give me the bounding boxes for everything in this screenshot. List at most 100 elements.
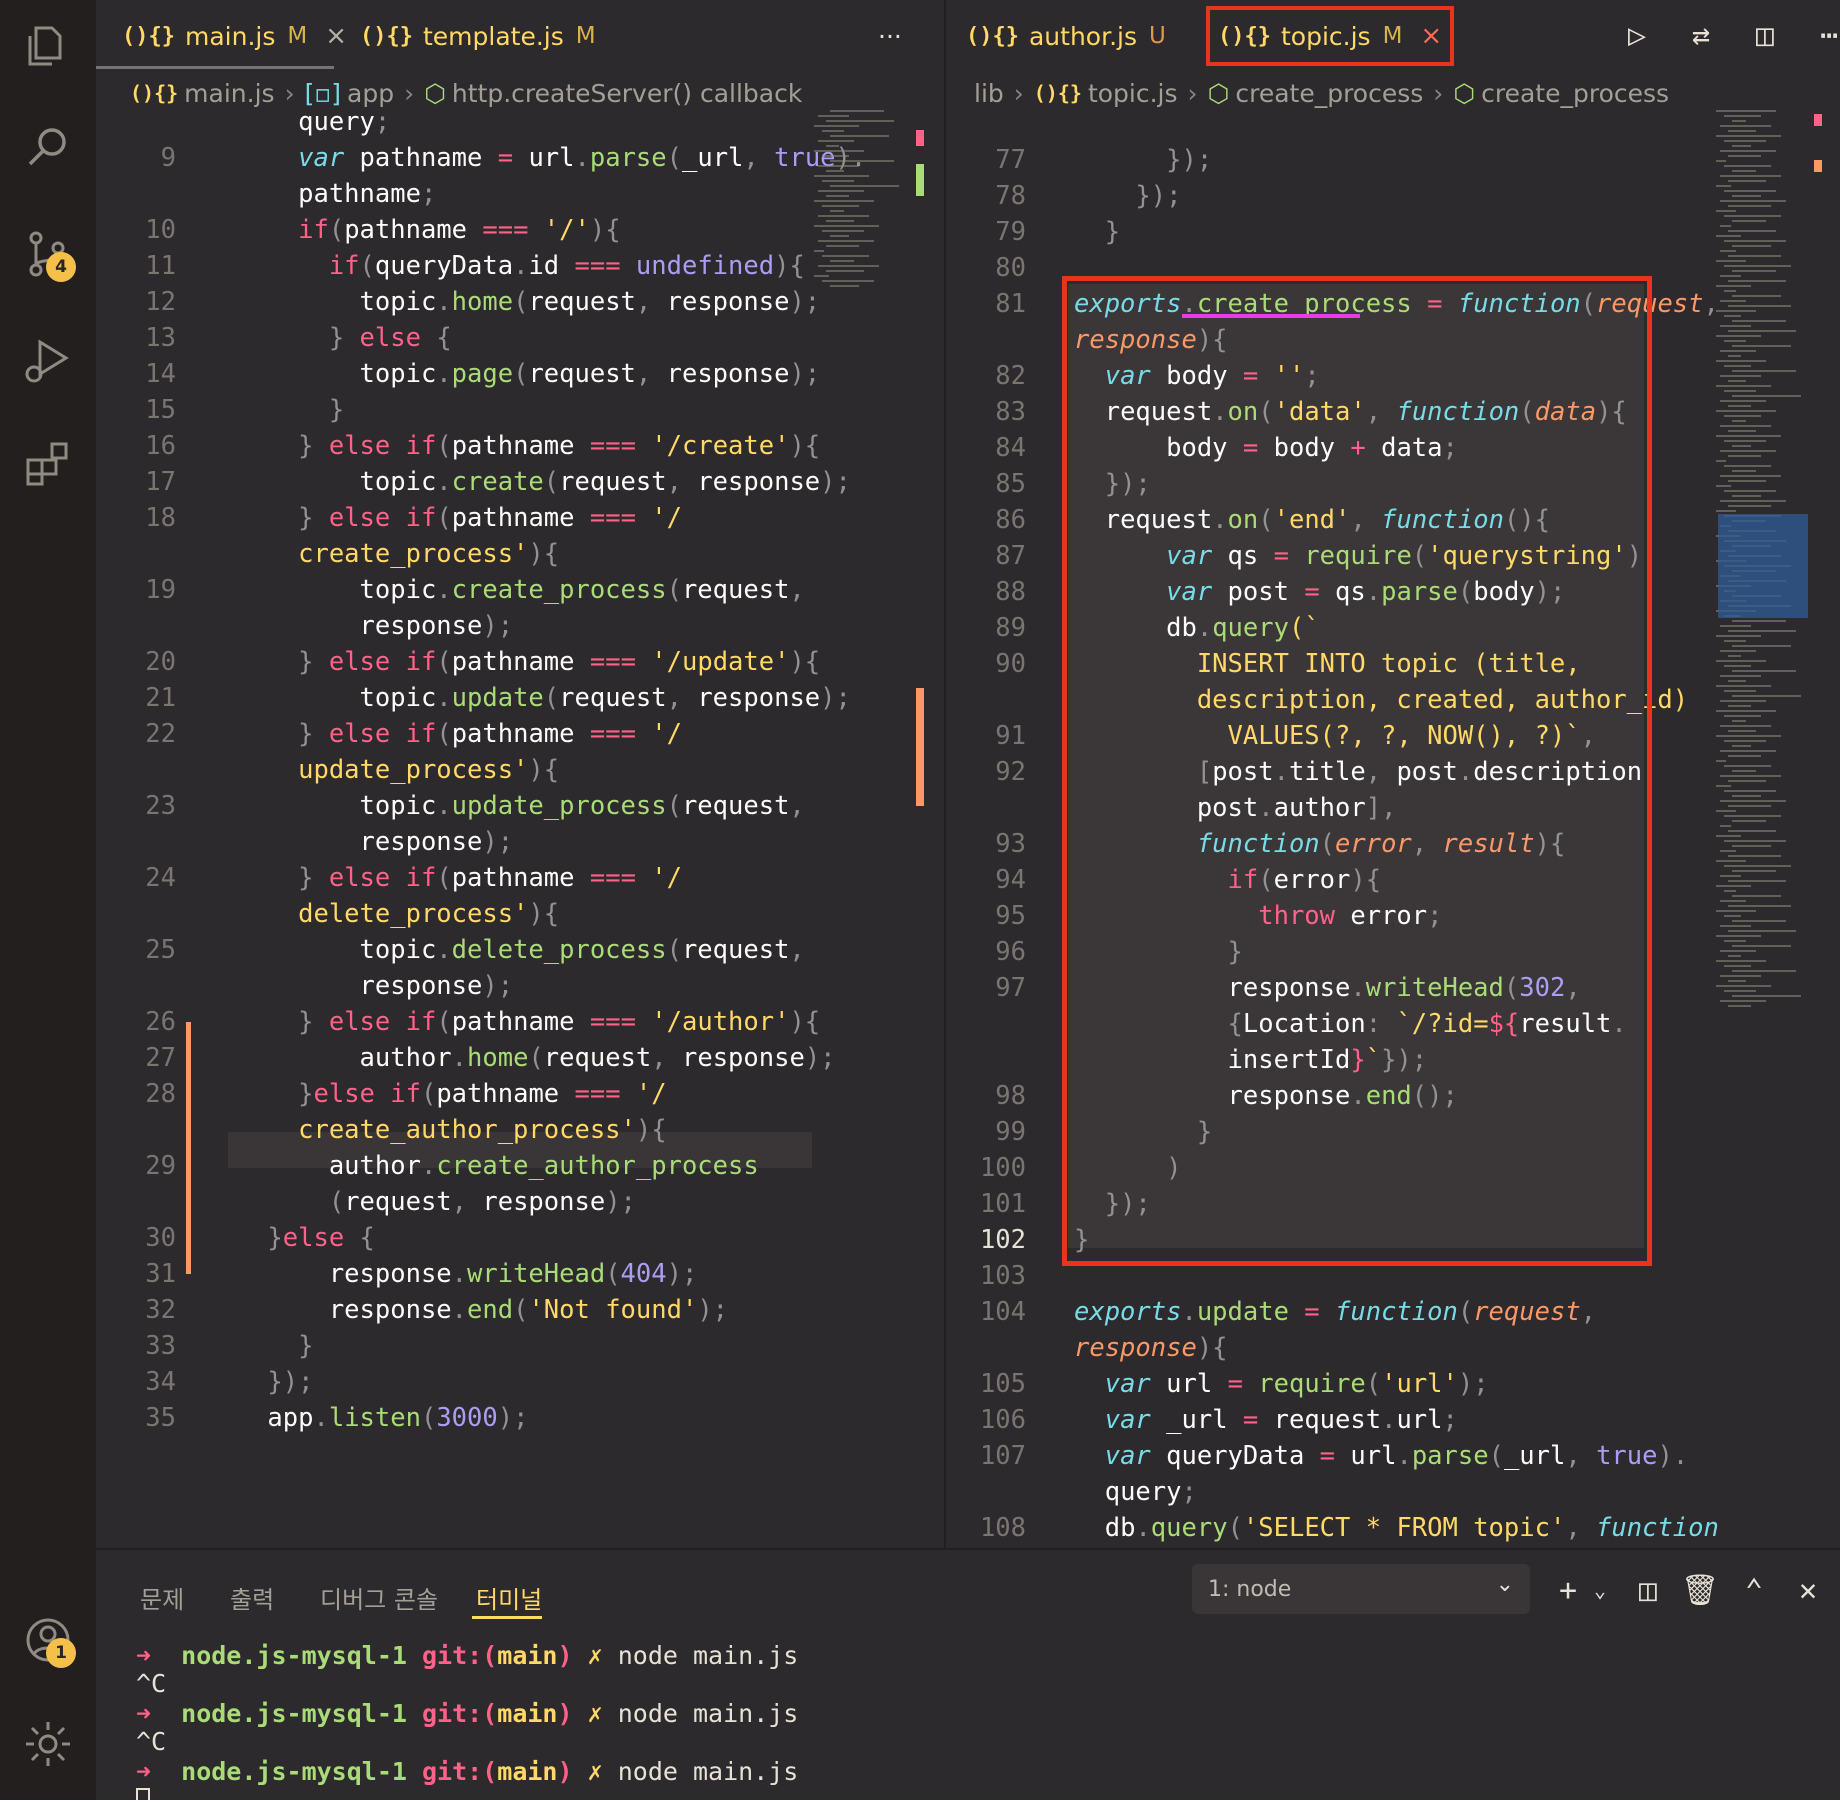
- close-panel-icon[interactable]: ✕: [1786, 1568, 1830, 1612]
- code-line[interactable]: update_process'){: [96, 752, 944, 788]
- code-line[interactable]: response){: [946, 1330, 1840, 1366]
- code-line[interactable]: create_process'){: [96, 536, 944, 572]
- terminal-ctrl: ^C: [136, 1669, 167, 1698]
- code-token: app: [267, 1403, 314, 1433]
- code-line[interactable]: 17 topic.create(request, response);: [96, 464, 944, 500]
- chevron-up-icon[interactable]: ⌃: [1732, 1568, 1776, 1612]
- activity-bar: 4 1: [0, 0, 96, 1800]
- explorer-icon[interactable]: [18, 16, 78, 76]
- search-icon[interactable]: [18, 118, 78, 178]
- split-editor-icon[interactable]: ◫: [1744, 14, 1786, 56]
- code-line[interactable]: 78 });: [946, 178, 1840, 214]
- left-minimap[interactable]: [814, 110, 899, 310]
- minimap-line: [1732, 495, 1761, 497]
- code-line[interactable]: 19 topic.create_process(request,: [96, 572, 944, 608]
- code-line[interactable]: 20 } else if(pathname === '/update'){: [96, 644, 944, 680]
- code-line[interactable]: response);: [96, 608, 944, 644]
- breadcrumb-item[interactable]: create_process: [1235, 79, 1423, 108]
- tab-template-js[interactable]: (){} template.js M: [360, 6, 596, 66]
- code-line[interactable]: 28 }else if(pathname === '/: [96, 1076, 944, 1112]
- code-line[interactable]: response);: [96, 968, 944, 1004]
- tab-author-js[interactable]: (){} author.js U: [966, 6, 1166, 66]
- code-line[interactable]: query;: [946, 1474, 1840, 1510]
- minimap-line: [1716, 735, 1781, 737]
- code-line[interactable]: 21 topic.update(request, response);: [96, 680, 944, 716]
- code-line[interactable]: delete_process'){: [96, 896, 944, 932]
- code-line[interactable]: 33 }: [96, 1328, 944, 1364]
- chevron-down-icon[interactable]: ⌄: [1578, 1568, 1622, 1612]
- account-icon[interactable]: 1: [18, 1610, 78, 1670]
- code-token: pathname: [298, 179, 421, 209]
- code-line[interactable]: 34 });: [96, 1364, 944, 1400]
- code-line[interactable]: 24 } else if(pathname === '/: [96, 860, 944, 896]
- minimap-line: [1720, 800, 1786, 802]
- tab-label: template.js: [422, 21, 564, 51]
- minimap-line: [1732, 370, 1796, 372]
- close-icon[interactable]: ×: [325, 21, 347, 51]
- code-line[interactable]: 106 var _url = request.url;: [946, 1402, 1840, 1438]
- code-line[interactable]: 104 exports.update = function(request,: [946, 1294, 1840, 1330]
- code-line[interactable]: 26 } else if(pathname === '/author'){: [96, 1004, 944, 1040]
- trash-icon[interactable]: 🗑: [1678, 1568, 1722, 1612]
- minimap-line: [1728, 380, 1746, 382]
- source-control-icon[interactable]: 4: [18, 224, 78, 284]
- code-line[interactable]: 32 response.end('Not found');: [96, 1292, 944, 1328]
- code-line[interactable]: 27 author.home(request, response);: [96, 1040, 944, 1076]
- code-line[interactable]: response);: [96, 824, 944, 860]
- code-line[interactable]: 15 }: [96, 392, 944, 428]
- compare-changes-icon[interactable]: ⇄: [1680, 14, 1722, 56]
- code-line[interactable]: 22 } else if(pathname === '/: [96, 716, 944, 752]
- more-icon[interactable]: ⋯: [1808, 14, 1840, 56]
- settings-gear-icon[interactable]: [18, 1714, 78, 1774]
- code-token: request: [543, 1043, 652, 1073]
- breadcrumb-item[interactable]: lib: [974, 79, 1004, 108]
- tab-terminal[interactable]: 터미널: [476, 1580, 542, 1615]
- tab-label: main.js: [184, 21, 276, 51]
- run-debug-icon[interactable]: [18, 330, 78, 390]
- code-line[interactable]: 108 db.query('SELECT * FROM topic', func…: [946, 1510, 1840, 1546]
- breadcrumb-item[interactable]: topic.js: [1088, 79, 1178, 108]
- run-icon[interactable]: ▷: [1616, 14, 1658, 56]
- more-actions-button[interactable]: ···: [878, 6, 902, 66]
- tab-output[interactable]: 출력: [230, 1580, 274, 1615]
- code-line[interactable]: 13 } else {: [96, 320, 944, 356]
- code-line[interactable]: 14 topic.page(request, response);: [96, 356, 944, 392]
- minimap-viewport[interactable]: [1718, 514, 1808, 618]
- code-line[interactable]: 16 } else if(pathname === '/create'){: [96, 428, 944, 464]
- code-line[interactable]: create_author_process'){: [96, 1112, 944, 1148]
- code-token: ,: [635, 359, 667, 389]
- tab-debug-console[interactable]: 디버그 콘솔: [320, 1580, 438, 1615]
- close-icon[interactable]: ×: [1420, 21, 1442, 51]
- minimap-line: [1724, 740, 1766, 742]
- breadcrumb: lib › (){} topic.js › ⬡ create_process ›…: [946, 72, 1840, 114]
- minimap-line: [1724, 440, 1766, 442]
- minimap-line: [830, 135, 889, 137]
- code-line[interactable]: 105 var url = require('url');: [946, 1366, 1840, 1402]
- tab-main-js[interactable]: (){} main.js M ×: [122, 6, 347, 66]
- minimap-line: [1720, 750, 1776, 752]
- code-line[interactable]: (request, response);: [96, 1184, 944, 1220]
- breadcrumb-item[interactable]: create_process: [1481, 79, 1669, 108]
- code-line[interactable]: 77 });: [946, 142, 1840, 178]
- code-token: request: [344, 1187, 452, 1217]
- code-line[interactable]: 29 author.create_author_process: [96, 1148, 944, 1184]
- code-line[interactable]: 23 topic.update_process(request,: [96, 788, 944, 824]
- split-terminal-icon[interactable]: ◫: [1626, 1568, 1670, 1612]
- tab-problems[interactable]: 문제: [140, 1580, 184, 1615]
- code-line[interactable]: 18 } else if(pathname === '/: [96, 500, 944, 536]
- extensions-icon[interactable]: [18, 434, 78, 494]
- code-line[interactable]: 25 topic.delete_process(request,: [96, 932, 944, 968]
- terminal-output[interactable]: ➜ node.js-mysql-1 git:(main) ✗ node main…: [136, 1632, 798, 1800]
- tab-topic-js[interactable]: (){} topic.js M ×: [1206, 6, 1455, 66]
- code-token: pathname: [451, 431, 590, 461]
- code-token: .: [436, 287, 452, 317]
- terminal-select[interactable]: 1: node ⌄: [1192, 1564, 1530, 1614]
- code-line[interactable]: 35 app.listen(3000);: [96, 1400, 944, 1436]
- code-line[interactable]: 107 var queryData = url.parse(_url, true…: [946, 1438, 1840, 1474]
- code-line[interactable]: 79 }: [946, 214, 1840, 250]
- code-line[interactable]: 30 }else {: [96, 1220, 944, 1256]
- code-text: } else {: [206, 320, 452, 356]
- code-line[interactable]: 31 response.writeHead(404);: [96, 1256, 944, 1292]
- line-number: 13: [145, 323, 176, 353]
